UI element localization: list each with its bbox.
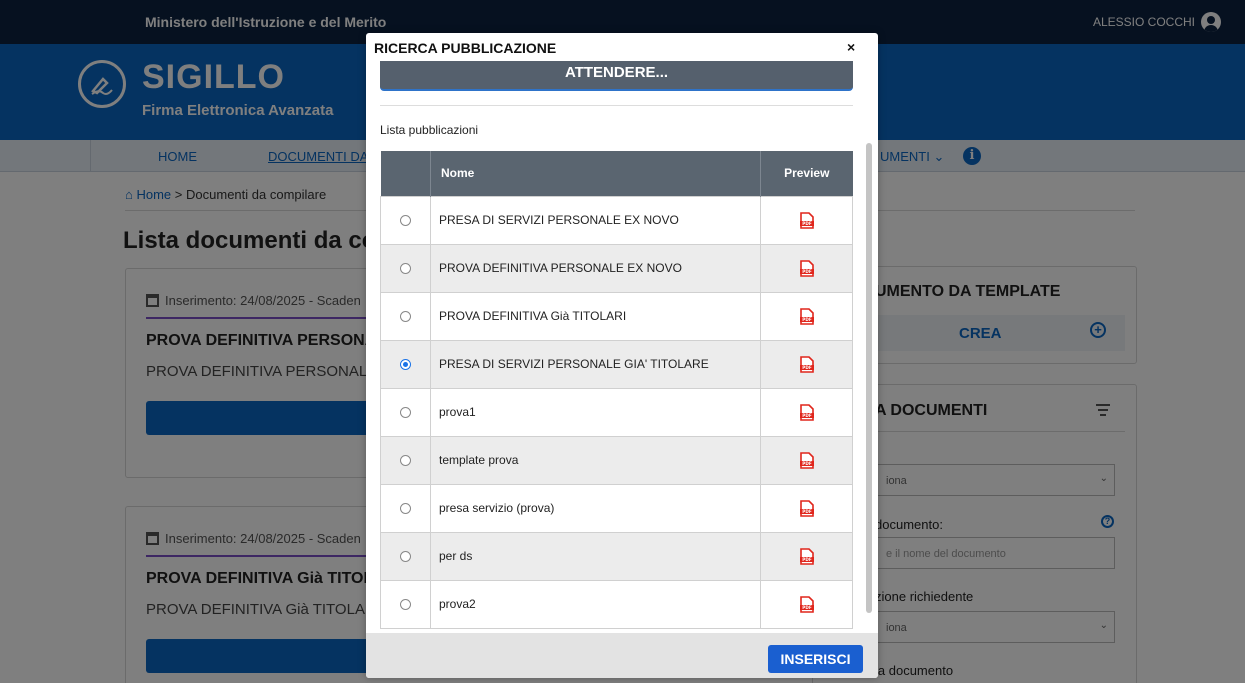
row-name: PRESA DI SERVIZI PERSONALE GIA' TITOLARE [430,339,761,389]
table-row[interactable]: per ds PDF [380,531,853,581]
publications-table: Nome Preview PRESA DI SERVIZI PERSONALE … [380,151,853,629]
scrollbar-thumb[interactable] [866,143,872,613]
svg-text:PDF: PDF [802,413,812,418]
row-select-cell [380,435,431,485]
svg-text:PDF: PDF [802,317,812,322]
pdf-file-icon[interactable]: PDF [799,595,814,613]
wait-button[interactable]: ATTENDERE... [380,61,853,91]
row-select-cell [380,291,431,341]
row-select-cell [380,243,431,293]
table-row[interactable]: PRESA DI SERVIZI PERSONALE GIA' TITOLARE… [380,339,853,389]
close-icon[interactable]: × [847,39,855,55]
row-select-cell [380,387,431,437]
pdf-file-icon[interactable]: PDF [799,451,814,469]
name-column-header: Nome [430,151,761,196]
svg-text:PDF: PDF [802,365,812,370]
row-select-cell [380,531,431,581]
row-select-cell [380,483,431,533]
row-radio[interactable] [400,455,411,467]
svg-text:PDF: PDF [802,557,812,562]
row-name: PROVA DEFINITIVA PERSONALE EX NOVO [430,243,761,293]
table-row[interactable]: presa servizio (prova) PDF [380,483,853,533]
table-row[interactable]: PRESA DI SERVIZI PERSONALE EX NOVO PDF [380,195,853,245]
row-preview-cell: PDF [760,195,853,245]
row-preview-cell: PDF [760,579,853,629]
row-name: PROVA DEFINITIVA Già TITOLARI [430,291,761,341]
search-publication-modal: RICERCA PUBBLICAZIONE × ATTENDERE... Lis… [366,33,878,678]
preview-column-header: Preview [760,151,853,196]
row-radio[interactable] [400,551,411,563]
row-preview-cell: PDF [760,243,853,293]
table-row[interactable]: prova1 PDF [380,387,853,437]
pdf-file-icon[interactable]: PDF [799,547,814,565]
svg-text:PDF: PDF [802,605,812,610]
pdf-file-icon[interactable]: PDF [799,355,814,373]
row-preview-cell: PDF [760,339,853,389]
table-row[interactable]: PROVA DEFINITIVA PERSONALE EX NOVO PDF [380,243,853,293]
pdf-file-icon[interactable]: PDF [799,259,814,277]
row-name: per ds [430,531,761,581]
modal-title: RICERCA PUBBLICAZIONE [374,40,557,56]
row-radio[interactable] [400,311,411,323]
row-name: template prova [430,435,761,485]
pdf-file-icon[interactable]: PDF [799,403,814,421]
row-radio[interactable] [400,215,411,227]
row-preview-cell: PDF [760,387,853,437]
row-radio[interactable] [400,263,411,275]
svg-text:PDF: PDF [802,461,812,466]
row-preview-cell: PDF [760,531,853,581]
row-radio[interactable] [400,407,411,419]
row-name: PRESA DI SERVIZI PERSONALE EX NOVO [430,195,761,245]
row-name: prova2 [430,579,761,629]
row-name: prova1 [430,387,761,437]
pdf-file-icon[interactable]: PDF [799,307,814,325]
publications-list-label: Lista pubblicazioni [380,123,479,137]
table-row[interactable]: template prova PDF [380,435,853,485]
row-select-cell [380,579,431,629]
pdf-file-icon[interactable]: PDF [799,499,814,517]
row-preview-cell: PDF [760,435,853,485]
svg-text:PDF: PDF [802,509,812,514]
row-radio[interactable] [400,359,411,371]
insert-button[interactable]: INSERISCI [768,645,863,673]
row-preview-cell: PDF [760,291,853,341]
row-radio[interactable] [400,599,411,611]
row-preview-cell: PDF [760,483,853,533]
row-radio[interactable] [400,503,411,515]
modal-divider [380,105,853,106]
row-name: presa servizio (prova) [430,483,761,533]
pdf-file-icon[interactable]: PDF [799,211,814,229]
row-select-cell [380,195,431,245]
svg-text:PDF: PDF [802,221,812,226]
row-select-cell [380,339,431,389]
table-row[interactable]: PROVA DEFINITIVA Già TITOLARI PDF [380,291,853,341]
svg-text:PDF: PDF [802,269,812,274]
table-row[interactable]: prova2 PDF [380,579,853,629]
select-column-header [380,151,431,196]
